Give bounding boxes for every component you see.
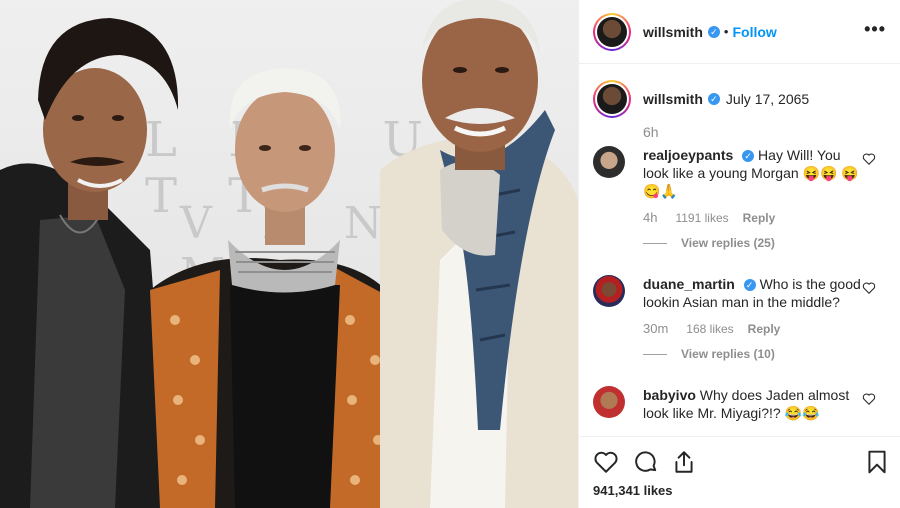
- author-username[interactable]: willsmith: [643, 24, 703, 40]
- reply-button[interactable]: Reply: [743, 211, 776, 225]
- comment-body: babyivo Why does Jaden almost look like …: [643, 386, 862, 422]
- comment-username[interactable]: realjoeypants: [643, 147, 733, 163]
- comment-time: 30m: [643, 321, 669, 336]
- post-header: willsmith ✓ • Follow •••: [579, 0, 900, 64]
- photo-illustration: [0, 0, 578, 508]
- verified-badge-icon: ✓: [743, 279, 756, 292]
- ellipsis-icon[interactable]: •••: [864, 20, 886, 38]
- post-caption: willsmith ✓ July 17, 2065 6h: [593, 80, 890, 140]
- comment-meta: 30m 168 likes Reply: [643, 321, 890, 336]
- comment-item: realjoeypants ✓ Hay Will! You look like …: [593, 146, 890, 250]
- comment-item: duane_martin ✓ Who is the good lookin As…: [593, 275, 890, 361]
- comment-username[interactable]: babyivo: [643, 387, 696, 403]
- post-photo[interactable]: L I S U I T T V E N D Ô M: [0, 0, 578, 508]
- view-replies-button[interactable]: View replies (25): [643, 236, 890, 250]
- speech-bubble-icon[interactable]: [633, 449, 659, 475]
- caption-date: July 17, 2065: [725, 91, 810, 107]
- view-replies-button[interactable]: View replies (10): [643, 347, 890, 361]
- comment-username[interactable]: duane_martin: [643, 276, 735, 292]
- person-left: [0, 18, 179, 508]
- comment-meta: 4h 1191 likes Reply: [643, 210, 890, 225]
- comment-body: realjoeypants ✓ Hay Will! You look like …: [643, 146, 862, 200]
- verified-badge-icon: ✓: [742, 150, 755, 163]
- author-avatar[interactable]: [593, 12, 631, 51]
- commenter-avatar[interactable]: [593, 146, 625, 178]
- header-separator: •: [723, 24, 729, 39]
- comment-likes[interactable]: 168 likes: [686, 322, 733, 336]
- caption-username[interactable]: willsmith: [643, 91, 703, 107]
- replies-divider: [643, 353, 667, 355]
- verified-badge-icon: ✓: [707, 25, 720, 38]
- commenter-avatar[interactable]: [593, 275, 625, 307]
- post-side-panel: willsmith ✓ • Follow ••• willsmith ✓ Jul…: [578, 0, 900, 508]
- follow-button[interactable]: Follow: [732, 24, 776, 40]
- heart-outline-icon[interactable]: [862, 392, 876, 406]
- comment-item: babyivo Why does Jaden almost look like …: [593, 386, 890, 422]
- commenter-avatar[interactable]: [593, 386, 625, 418]
- comment-body: duane_martin ✓ Who is the good lookin As…: [643, 275, 862, 311]
- post-likes-count[interactable]: 941,341 likes: [593, 483, 673, 498]
- bookmark-icon[interactable]: [864, 449, 890, 475]
- comment-time: 4h: [643, 210, 658, 225]
- heart-outline-icon[interactable]: [862, 281, 876, 295]
- replies-divider: [643, 242, 667, 244]
- person-right: [380, 0, 578, 508]
- heart-outline-icon[interactable]: [593, 449, 619, 475]
- reply-button[interactable]: Reply: [748, 322, 781, 336]
- view-replies-label: View replies (25): [681, 236, 775, 250]
- caption-timestamp[interactable]: 6h: [643, 124, 890, 140]
- person-middle: [150, 68, 400, 508]
- verified-badge-icon: ✓: [707, 93, 720, 105]
- view-replies-label: View replies (10): [681, 347, 775, 361]
- share-arrow-icon[interactable]: [671, 449, 697, 475]
- caption-avatar[interactable]: [593, 80, 631, 118]
- post-actions-bar: 941,341 likes: [579, 436, 900, 508]
- heart-outline-icon[interactable]: [862, 152, 876, 166]
- comment-likes[interactable]: 1191 likes: [675, 211, 728, 225]
